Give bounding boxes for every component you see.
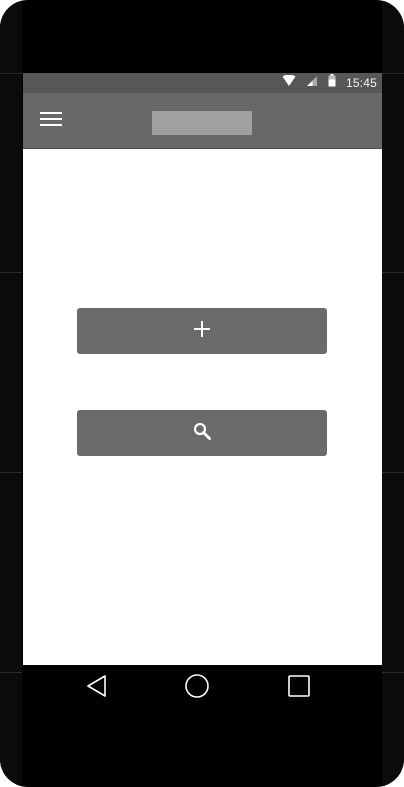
battery-icon	[328, 74, 336, 92]
back-button[interactable]	[81, 672, 113, 704]
recents-button[interactable]	[283, 672, 315, 704]
navigation-bar	[23, 665, 382, 711]
screen: 15:45	[23, 73, 382, 665]
frame-left-edge	[0, 0, 22, 787]
frame-divider	[382, 472, 404, 473]
home-icon	[184, 673, 210, 704]
app-title-placeholder	[152, 111, 252, 135]
wifi-icon	[282, 74, 296, 92]
frame-divider	[382, 272, 404, 273]
search-icon	[193, 422, 211, 445]
status-time: 15:45	[345, 76, 377, 90]
hamburger-menu-icon	[40, 111, 62, 132]
frame-divider	[0, 472, 22, 473]
status-bar: 15:45	[23, 73, 382, 93]
frame-divider	[382, 73, 404, 74]
back-icon	[85, 674, 109, 703]
signal-icon	[306, 74, 318, 92]
frame-divider	[382, 672, 404, 673]
frame-divider	[0, 272, 22, 273]
app-bar	[23, 93, 382, 149]
recents-icon	[287, 674, 311, 703]
home-button[interactable]	[181, 672, 213, 704]
plus-icon	[194, 320, 210, 342]
add-button[interactable]	[77, 308, 327, 354]
frame-right-edge	[382, 0, 404, 787]
menu-button[interactable]	[36, 107, 66, 135]
frame-divider	[0, 73, 22, 74]
status-icons: 15:45	[282, 74, 377, 92]
phone-frame: 15:45	[0, 0, 404, 787]
search-button[interactable]	[77, 410, 327, 456]
frame-divider	[0, 672, 22, 673]
